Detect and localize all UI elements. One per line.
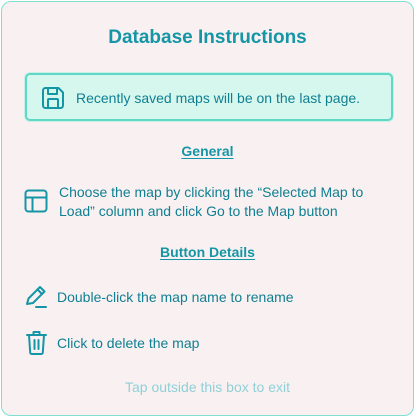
- saved-maps-notice: Recently saved maps will be on the last …: [25, 73, 393, 121]
- rename-instruction-text: Double-click the map name to rename: [57, 289, 294, 305]
- pencil-icon: [24, 284, 48, 310]
- notice-text: Recently saved maps will be on the last …: [76, 90, 361, 106]
- floppy-disk-icon: [40, 85, 66, 111]
- table-layout-icon: [24, 189, 48, 213]
- exit-hint: Tap outside this box to exit: [125, 379, 290, 395]
- general-instruction-text: Choose the map by clicking the “Selected…: [59, 184, 364, 219]
- button-details-heading: Button Details: [160, 244, 255, 260]
- trash-icon: [26, 330, 47, 355]
- general-heading: General: [181, 143, 234, 159]
- dialog-title: Database Instructions: [108, 27, 307, 48]
- instructions-dialog: Database Instructions Recently saved map…: [1, 1, 414, 416]
- delete-instruction-text: Click to delete the map: [57, 335, 200, 351]
